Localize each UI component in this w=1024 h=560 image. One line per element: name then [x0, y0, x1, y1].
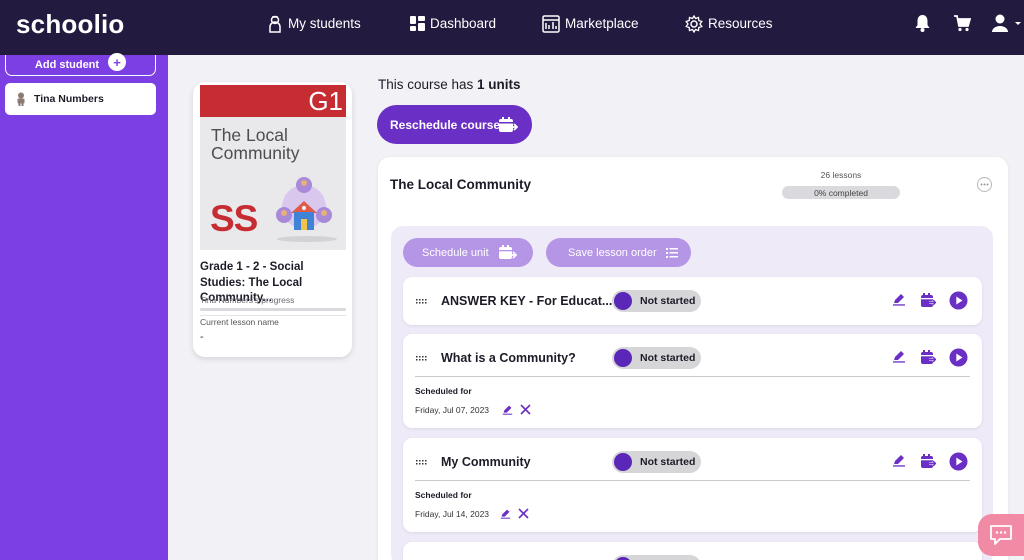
play-icon[interactable]	[949, 348, 968, 372]
lesson-name[interactable]: What is a Community?	[441, 351, 576, 365]
marketplace-icon	[542, 14, 560, 33]
lesson-divider	[415, 376, 970, 377]
reschedule-course-button[interactable]: Reschedule course	[377, 105, 532, 144]
schedule-unit-button[interactable]: Schedule unit	[403, 238, 533, 267]
drag-icon[interactable]	[416, 299, 428, 304]
resources-icon	[685, 14, 703, 33]
save-order-label: Save lesson order	[568, 246, 657, 259]
nav-my-students[interactable]: My students	[267, 0, 361, 47]
save-lesson-order-button[interactable]: Save lesson order	[546, 238, 691, 267]
drag-icon[interactable]	[416, 356, 428, 361]
nav-marketplace-label: Marketplace	[565, 16, 639, 31]
students-icon	[269, 15, 281, 33]
lesson-card	[403, 542, 982, 560]
student-avatar-icon	[17, 92, 25, 106]
units-prefix: This course has	[378, 77, 478, 92]
unit-collapse-button[interactable]	[977, 177, 992, 192]
lesson-status-toggle[interactable]: Not started	[612, 290, 701, 312]
lesson-status: Not started	[640, 295, 696, 307]
edit-icon[interactable]	[892, 349, 906, 368]
list-icon	[665, 247, 678, 258]
edit-icon[interactable]	[892, 453, 906, 472]
status-dot	[614, 292, 632, 310]
unit-progress-text: 0% completed	[814, 187, 868, 198]
lesson-name[interactable]: My Community	[441, 455, 531, 469]
calendar-icon	[498, 245, 517, 259]
play-icon[interactable]	[949, 291, 968, 315]
schedule-unit-label: Schedule unit	[422, 246, 489, 259]
units-count: 1 units	[477, 77, 521, 92]
calendar-icon	[499, 117, 518, 132]
top-navbar: schoolio My students Dashboard Marketpla…	[0, 0, 1024, 55]
lesson-status-toggle[interactable]: Not started	[612, 451, 701, 473]
unit-progress-bar: 0% completed	[782, 186, 900, 199]
status-dot	[614, 349, 632, 367]
more-icon	[980, 183, 989, 186]
edit-date-icon[interactable]	[500, 508, 511, 519]
cover-subject-code: SS	[210, 198, 258, 239]
card-divider	[200, 315, 346, 316]
scheduled-label: Scheduled for	[415, 386, 472, 396]
cart-icon[interactable]	[953, 14, 972, 37]
course-card[interactable]: G1 The Local Community SS Grade 1 - 2 - …	[193, 82, 352, 357]
progress-label: Tina Numbers's progress	[200, 295, 295, 305]
nav-marketplace[interactable]: Marketplace	[542, 0, 639, 47]
student-name: Tina Numbers	[34, 93, 104, 105]
chat-button[interactable]	[978, 514, 1024, 556]
lesson-name[interactable]: ANSWER KEY - For Educat...	[441, 294, 612, 308]
nav-resources[interactable]: Resources	[685, 0, 773, 47]
plus-icon: +	[108, 53, 127, 71]
current-lesson-value: -	[200, 331, 204, 343]
lesson-card: What is a Community? Not started Schedul…	[403, 334, 982, 428]
status-dot	[614, 453, 632, 471]
calendar-icon[interactable]	[920, 453, 938, 474]
calendar-icon[interactable]	[920, 292, 938, 313]
scheduled-date: Friday, Jul 14, 2023	[415, 509, 490, 519]
edit-date-icon[interactable]	[502, 404, 513, 415]
unit-title: The Local Community	[390, 177, 532, 192]
chat-icon	[990, 525, 1012, 545]
course-cover: G1 The Local Community SS	[200, 85, 346, 250]
add-student-label: Add student	[34, 59, 100, 71]
reschedule-label: Reschedule course	[390, 117, 501, 132]
app-logo[interactable]: schoolio	[16, 9, 125, 40]
students-sidebar	[0, 55, 168, 560]
lesson-status-toggle[interactable]	[612, 555, 701, 560]
edit-icon[interactable]	[892, 292, 906, 311]
nav-resources-label: Resources	[708, 16, 773, 31]
lesson-card: My Community Not started Scheduled for F…	[403, 438, 982, 532]
course-progress-bar	[200, 308, 346, 311]
current-lesson-label: Current lesson name	[200, 317, 279, 327]
play-icon[interactable]	[949, 452, 968, 476]
cover-title: The Local Community	[211, 125, 300, 163]
bell-icon[interactable]	[914, 14, 931, 37]
nav-dashboard[interactable]: Dashboard	[410, 0, 496, 47]
close-icon[interactable]	[518, 508, 529, 519]
nav-my-students-label: My students	[288, 16, 361, 31]
user-icon[interactable]	[991, 14, 1021, 37]
schedule-actions	[500, 508, 536, 519]
lesson-card: ANSWER KEY - For Educat... Not started	[403, 277, 982, 325]
lesson-divider	[415, 480, 970, 481]
sidebar-item-student[interactable]: Tina Numbers	[5, 83, 156, 115]
close-icon[interactable]	[520, 404, 531, 415]
community-illustration-icon	[276, 177, 337, 242]
lesson-status: Not started	[640, 456, 696, 468]
cover-grade: G1	[308, 86, 343, 116]
scheduled-date: Friday, Jul 07, 2023	[415, 405, 490, 415]
scheduled-label: Scheduled for	[415, 490, 472, 500]
schedule-actions	[502, 404, 538, 415]
units-summary: This course has 1 units	[378, 77, 521, 92]
drag-icon[interactable]	[416, 460, 428, 465]
calendar-icon[interactable]	[920, 349, 938, 370]
nav-dashboard-label: Dashboard	[430, 16, 497, 31]
lesson-status-toggle[interactable]: Not started	[612, 347, 701, 369]
add-student-button[interactable]: Add student +	[5, 53, 156, 76]
dashboard-icon	[410, 16, 425, 31]
lessons-count: 26 lessons	[820, 170, 862, 180]
lesson-status: Not started	[640, 352, 696, 364]
